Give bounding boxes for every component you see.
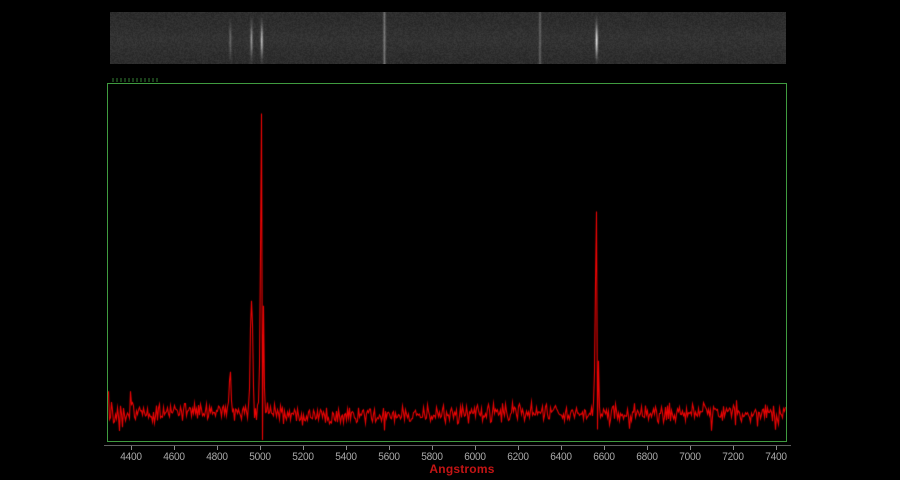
x-tick-label: 5000 (249, 451, 270, 463)
x-tick-label: 5400 (335, 451, 356, 463)
x-tick-label: 6800 (636, 451, 657, 463)
x-tick-mark (776, 446, 777, 450)
x-tick-label: 6200 (507, 451, 528, 463)
spectrum-viewer-window: 4400460048005000520054005600580060006200… (0, 0, 900, 480)
x-tick-mark (346, 446, 347, 450)
plot-frame (107, 83, 787, 442)
x-tick-label: 7200 (722, 451, 743, 463)
x-tick-mark (303, 446, 304, 450)
x-tick-label: 4400 (120, 451, 141, 463)
x-tick-mark (174, 446, 175, 450)
x-tick-label: 4800 (206, 451, 227, 463)
x-axis-line (104, 445, 791, 446)
x-tick-mark (260, 446, 261, 450)
x-tick-label: 7000 (679, 451, 700, 463)
x-tick-mark (475, 446, 476, 450)
x-tick-mark (518, 446, 519, 450)
x-tick-label: 7400 (766, 451, 787, 463)
x-tick-mark (690, 446, 691, 450)
x-tick-label: 5200 (292, 451, 313, 463)
x-tick-label: 6400 (550, 451, 571, 463)
x-tick-mark (647, 446, 648, 450)
x-tick-label: 6600 (593, 451, 614, 463)
tiny-illegible-annotation (112, 78, 160, 82)
x-tick-mark (733, 446, 734, 450)
x-axis-title: Angstroms (429, 462, 494, 476)
spectrum-1d-plot[interactable] (108, 84, 786, 441)
x-tick-mark (432, 446, 433, 450)
x-tick-mark (561, 446, 562, 450)
x-tick-mark (131, 446, 132, 450)
x-tick-mark (389, 446, 390, 450)
x-tick-mark (604, 446, 605, 450)
x-tick-mark (217, 446, 218, 450)
x-tick-label: 5600 (378, 451, 399, 463)
spectrum-2d-strip-image[interactable] (110, 12, 786, 64)
x-tick-label: 4600 (163, 451, 184, 463)
